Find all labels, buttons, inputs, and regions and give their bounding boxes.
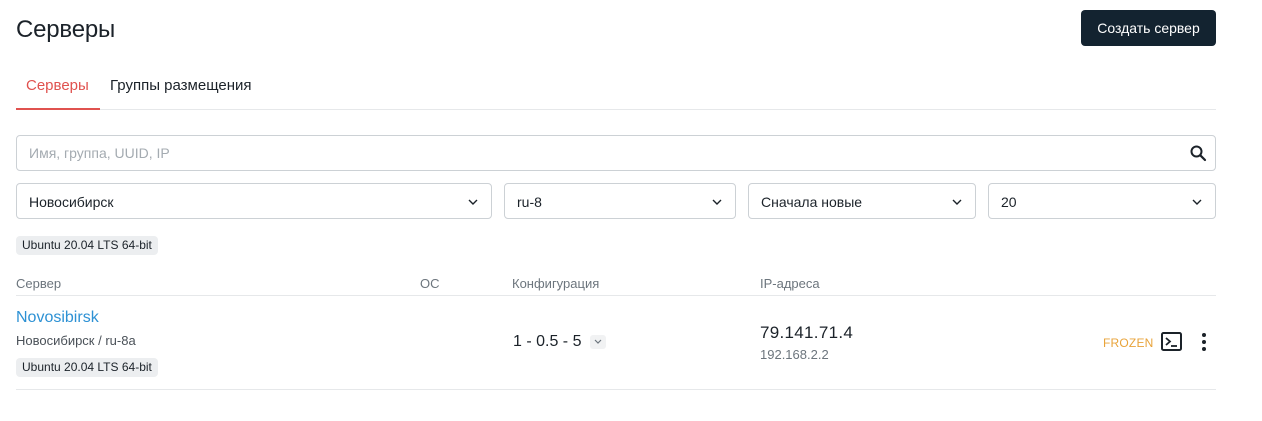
- column-header-server: Сервер: [16, 276, 62, 291]
- sort-select-value: Сначала новые: [761, 194, 863, 210]
- servers-page: Серверы Создать сервер Серверы Группы ра…: [0, 0, 1262, 421]
- os-badge: Ubuntu 20.04 LTS 64-bit: [16, 358, 158, 377]
- more-vertical-icon[interactable]: [1196, 332, 1212, 352]
- status-badge: FROZEN: [1103, 336, 1154, 350]
- chevron-down-icon: [952, 199, 962, 205]
- console-icon[interactable]: [1161, 332, 1182, 351]
- per-page-select-value: 20: [1001, 194, 1017, 210]
- search-icon[interactable]: [1189, 144, 1207, 162]
- chevron-down-icon: [712, 199, 722, 205]
- table-row: Novosibirsk Новосибирск / ru-8a Ubuntu 2…: [16, 296, 1216, 390]
- chevron-down-icon: [468, 199, 478, 205]
- column-header-ip: IP-адреса: [760, 276, 820, 291]
- server-location: Новосибирск / ru-8a: [16, 333, 136, 348]
- chevron-down-icon: [1192, 199, 1202, 205]
- page-title: Серверы: [16, 16, 116, 43]
- tab-servers[interactable]: Серверы: [16, 68, 100, 110]
- chevron-down-icon: [594, 339, 602, 344]
- per-page-select[interactable]: 20: [988, 183, 1216, 219]
- search-input[interactable]: [29, 136, 1179, 170]
- private-ip: 192.168.2.2: [760, 347, 829, 362]
- server-config: 1 - 0.5 - 5: [513, 333, 582, 350]
- region-select-value: ru-8: [517, 194, 542, 210]
- server-name-link[interactable]: Novosibirsk: [16, 309, 99, 327]
- public-ip: 79.141.71.4: [760, 323, 854, 342]
- column-header-os: ОС: [420, 276, 440, 291]
- region-select[interactable]: ru-8: [504, 183, 736, 219]
- create-server-button[interactable]: Создать сервер: [1081, 10, 1216, 46]
- tabs: Серверы Группы размещения: [16, 68, 1216, 110]
- os-filter-chip[interactable]: Ubuntu 20.04 LTS 64-bit: [16, 236, 158, 255]
- table-header: Сервер ОС Конфигурация IP-адреса: [16, 276, 1216, 296]
- column-header-config: Конфигурация: [512, 276, 600, 291]
- city-select[interactable]: Новосибирск: [16, 183, 492, 219]
- config-expand-button[interactable]: [590, 335, 606, 349]
- search-box: [16, 135, 1216, 171]
- tab-placement-groups[interactable]: Группы размещения: [100, 68, 262, 110]
- sort-select[interactable]: Сначала новые: [748, 183, 976, 219]
- city-select-value: Новосибирск: [29, 194, 114, 210]
